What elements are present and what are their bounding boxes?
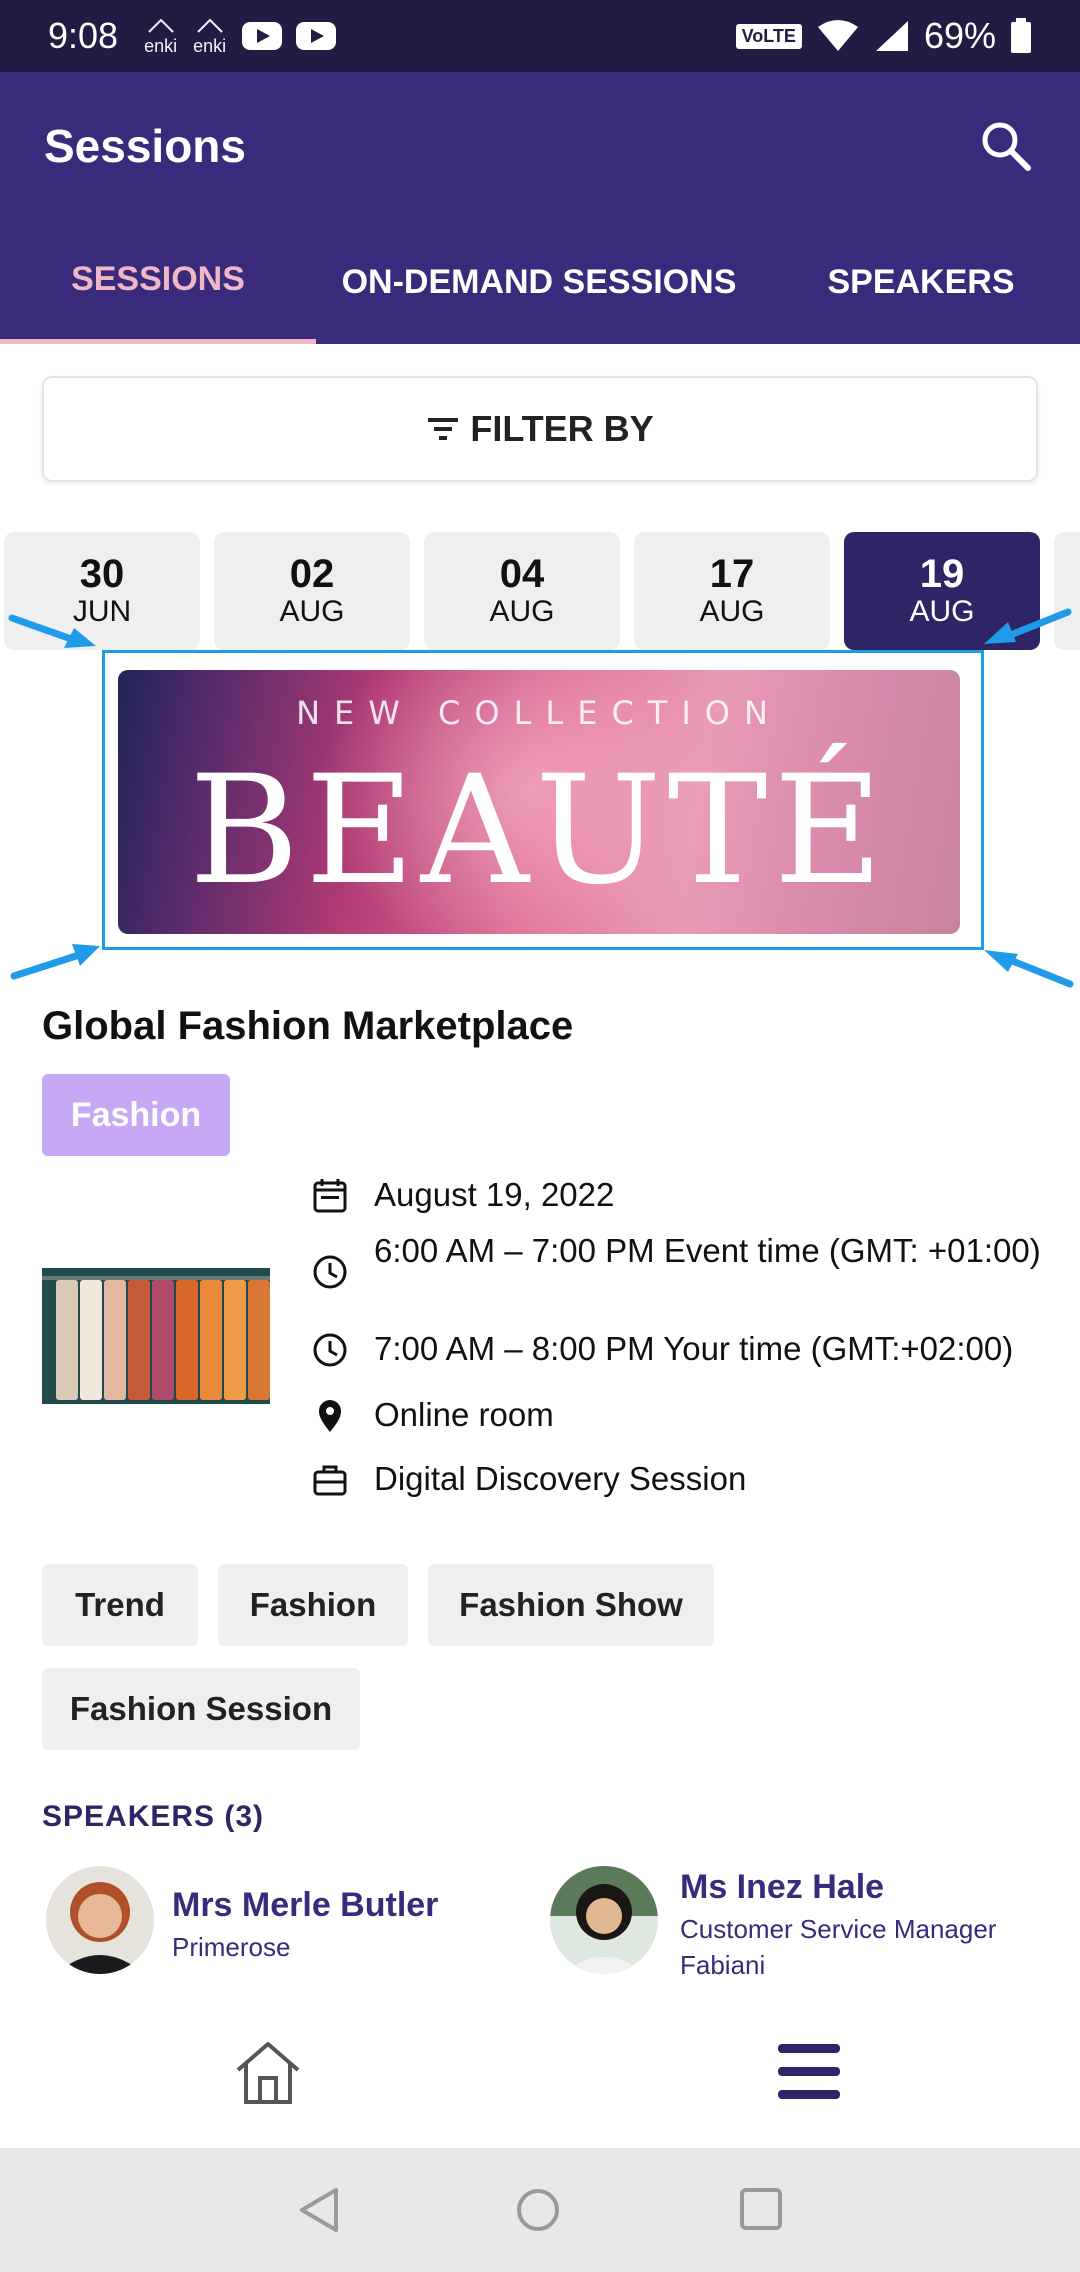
- speaker-name-merle-butler[interactable]: Mrs Merle Butler: [172, 1886, 438, 1925]
- tab-sessions[interactable]: SESSIONS: [0, 220, 316, 344]
- battery-percent: 69%: [923, 15, 996, 56]
- tag-fashion-session[interactable]: Fashion Session: [42, 1668, 360, 1750]
- speaker-name-inez-hale[interactable]: Ms Inez Hale: [680, 1868, 884, 1907]
- location-pin-icon: [319, 1400, 341, 1432]
- home-circle-icon[interactable]: [514, 2186, 562, 2234]
- session-banner-image[interactable]: NEW COLLECTION BEAUTÉ: [118, 670, 960, 934]
- status-bar: 9:08 enki enki VoLTE 69%: [0, 0, 1080, 72]
- date-selector: 30 JUN 02 AUG 04 AUG 17 AUG 19 AUG: [4, 532, 1080, 652]
- date-chip-17-aug[interactable]: 17 AUG: [634, 532, 830, 650]
- bottom-nav: [0, 2000, 1080, 2148]
- speaker-company-primerose: Primerose: [172, 1932, 291, 1962]
- system-navigation-bar: [0, 2148, 1080, 2272]
- speakers-header: SPEAKERS (3): [42, 1800, 265, 1833]
- wifi-icon: [817, 20, 858, 51]
- your-time: 7:00 AM – 8:00 PM Your time (GMT:+02:00): [374, 1330, 1014, 1367]
- tag-trend[interactable]: Trend: [42, 1564, 198, 1646]
- recents-icon[interactable]: [738, 2186, 784, 2232]
- enki-app-icon: enki: [144, 18, 177, 55]
- volte-badge: VoLTE: [735, 23, 802, 49]
- category-badge: Fashion: [42, 1074, 230, 1156]
- session-date-row: August 19, 2022: [312, 1176, 1052, 1214]
- battery-icon: [1011, 18, 1031, 53]
- filter-label: FILTER BY: [470, 408, 654, 449]
- speaker-role: Customer Service Manager: [680, 1914, 997, 1944]
- speaker-company-fabiani: Fabiani: [680, 1950, 766, 1980]
- session-location: Online room: [374, 1396, 554, 1433]
- location-row: Online room: [312, 1396, 1052, 1434]
- status-time: 9:08: [48, 15, 119, 56]
- app-bar: Sessions: [0, 72, 1080, 220]
- calendar-icon: [313, 1179, 347, 1213]
- session-type: Digital Discovery Session: [374, 1460, 747, 1497]
- session-title: Global Fashion Marketplace: [42, 1004, 574, 1048]
- banner-title: BEAUTÉ: [188, 744, 889, 918]
- arrow-top-right-icon: [984, 608, 1072, 644]
- event-time-row: 6:00 AM – 7:00 PM Event time (GMT: +01:0…: [312, 1232, 1052, 1290]
- clock-icon-2: [313, 1333, 347, 1367]
- tab-speakers[interactable]: SPEAKERS: [762, 220, 1080, 344]
- arrow-bottom-right-icon: [984, 950, 1074, 988]
- session-thumbnail: [42, 1268, 270, 1404]
- signal-icon: [875, 21, 908, 51]
- menu-icon[interactable]: [776, 2040, 842, 2104]
- banner-subtitle: NEW COLLECTION: [296, 694, 782, 732]
- tag-fashion-show[interactable]: Fashion Show: [428, 1564, 714, 1646]
- date-chip-02-aug[interactable]: 02 AUG: [214, 532, 410, 650]
- your-time-row: 7:00 AM – 8:00 PM Your time (GMT:+02:00): [312, 1330, 1052, 1368]
- filter-icon: [428, 418, 459, 440]
- filter-button[interactable]: FILTER BY: [42, 376, 1038, 482]
- session-type-row: Digital Discovery Session: [312, 1460, 1052, 1498]
- avatar-inez-hale[interactable]: [550, 1866, 658, 1974]
- search-icon[interactable]: [976, 116, 1036, 176]
- session-date: August 19, 2022: [374, 1176, 615, 1213]
- youtube-icon: [242, 22, 283, 50]
- home-icon[interactable]: [234, 2040, 302, 2106]
- date-chip-04-aug[interactable]: 04 AUG: [424, 532, 620, 650]
- page-title: Sessions: [44, 120, 246, 172]
- avatar-merle-butler[interactable]: [46, 1866, 154, 1974]
- arrow-top-left-icon: [8, 614, 96, 648]
- briefcase-icon: [313, 1465, 347, 1496]
- tab-bar: SESSIONS ON-DEMAND SESSIONS SPEAKERS: [0, 220, 1080, 344]
- enki-app-icon-2: enki: [193, 18, 226, 55]
- clock-icon: [313, 1255, 347, 1289]
- arrow-bottom-left-icon: [10, 944, 100, 980]
- back-icon[interactable]: [296, 2186, 340, 2234]
- tab-on-demand-sessions[interactable]: ON-DEMAND SESSIONS: [316, 220, 762, 344]
- tag-fashion[interactable]: Fashion: [218, 1564, 408, 1646]
- youtube-icon-2: [296, 22, 337, 50]
- event-time: 6:00 AM – 7:00 PM Event time (GMT: +01:0…: [374, 1232, 1041, 1269]
